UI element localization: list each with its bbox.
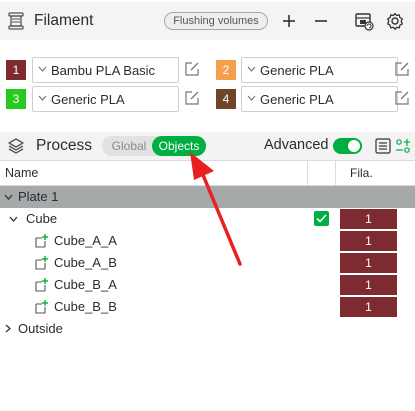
chevron-down-icon — [247, 66, 256, 72]
settings-gear-icon[interactable] — [386, 12, 404, 30]
object-list-header: Name Fila. — [0, 160, 415, 186]
filament-slot-4: 4 Generic PLA — [210, 86, 415, 112]
printable-checkbox[interactable] — [314, 211, 329, 226]
part-row[interactable]: Cube_B_A 1 — [0, 274, 415, 296]
object-row-outside[interactable]: Outside — [0, 318, 415, 340]
filament-preset-select[interactable]: Generic PLA — [241, 57, 398, 83]
advanced-switch[interactable] — [333, 138, 362, 154]
filament-index-cell[interactable]: 1 — [340, 231, 397, 251]
filament-index-cell[interactable]: 1 — [340, 297, 397, 317]
chevron-down-icon — [247, 95, 256, 101]
filament-index-cell[interactable]: 1 — [340, 275, 397, 295]
column-fila-header[interactable]: Fila. — [350, 166, 373, 180]
chevron-down-icon[interactable] — [4, 194, 13, 200]
filament-preset-value: Bambu PLA Basic — [51, 63, 156, 78]
edit-preset-icon[interactable] — [394, 90, 410, 106]
filament-color-swatch[interactable]: 2 — [216, 60, 236, 80]
object-label: Outside — [18, 321, 63, 336]
compare-settings-icon[interactable] — [395, 138, 411, 154]
chevron-down-icon — [38, 66, 47, 72]
filament-spool-icon — [8, 12, 24, 30]
filament-index-cell[interactable]: 1 — [340, 253, 397, 273]
sync-printer-icon[interactable] — [354, 11, 374, 31]
add-part-icon — [35, 234, 48, 248]
column-name-header[interactable]: Name — [5, 166, 38, 180]
filament-title: Filament — [34, 12, 94, 29]
filament-slot-2: 2 Generic PLA — [210, 57, 415, 83]
add-filament-icon[interactable] — [282, 14, 296, 28]
remove-filament-icon[interactable] — [314, 14, 328, 28]
part-label: Cube_A_B — [54, 255, 117, 270]
filament-header: Filament Flushing volumes — [0, 2, 415, 40]
column-separator — [307, 161, 308, 185]
chevron-down-icon — [38, 95, 47, 101]
advanced-label: Advanced — [264, 137, 329, 153]
chevron-down-icon[interactable] — [9, 216, 18, 222]
filament-preset-value: Generic PLA — [260, 63, 334, 78]
part-row[interactable]: Cube_A_A 1 — [0, 230, 415, 252]
object-label: Cube — [26, 211, 58, 226]
filament-color-swatch[interactable]: 4 — [216, 89, 236, 109]
chevron-right-icon[interactable] — [5, 324, 11, 333]
filament-preset-value: Generic PLA — [51, 92, 125, 107]
process-title: Process — [36, 137, 92, 154]
filament-preset-select[interactable]: Generic PLA — [241, 86, 398, 112]
filament-color-swatch[interactable]: 3 — [6, 89, 26, 109]
filament-color-swatch[interactable]: 1 — [6, 60, 26, 80]
add-part-icon — [35, 300, 48, 314]
process-layers-icon — [8, 138, 24, 154]
filament-preset-select[interactable]: Generic PLA — [32, 86, 179, 112]
edit-preset-icon[interactable] — [394, 61, 410, 77]
part-label: Cube_A_A — [54, 233, 117, 248]
plate-row[interactable]: Plate 1 — [0, 186, 415, 208]
filament-preset-select[interactable]: Bambu PLA Basic — [32, 57, 179, 83]
filament-index-cell[interactable]: 1 — [340, 209, 397, 229]
edit-preset-icon[interactable] — [184, 90, 200, 106]
edit-preset-icon[interactable] — [184, 61, 200, 77]
part-label: Cube_B_A — [54, 277, 117, 292]
part-row[interactable]: Cube_B_B 1 — [0, 296, 415, 318]
add-part-icon — [35, 278, 48, 292]
filament-slot-1: 1 Bambu PLA Basic — [0, 57, 210, 83]
column-separator — [335, 161, 336, 185]
list-view-icon[interactable] — [375, 138, 391, 154]
mode-objects-tab[interactable]: Objects — [152, 136, 206, 156]
mode-global-tab[interactable]: Global — [108, 136, 150, 156]
flushing-volumes-button[interactable]: Flushing volumes — [164, 12, 268, 30]
check-icon — [316, 214, 327, 223]
plate-label: Plate 1 — [18, 189, 59, 204]
filament-preset-value: Generic PLA — [260, 92, 334, 107]
part-row[interactable]: Cube_A_B 1 — [0, 252, 415, 274]
process-mode-toggle: Global Objects — [102, 136, 206, 156]
object-row-cube[interactable]: Cube 1 — [0, 208, 415, 230]
filament-slot-3: 3 Generic PLA — [0, 86, 210, 112]
add-part-icon — [35, 256, 48, 270]
part-label: Cube_B_B — [54, 299, 117, 314]
